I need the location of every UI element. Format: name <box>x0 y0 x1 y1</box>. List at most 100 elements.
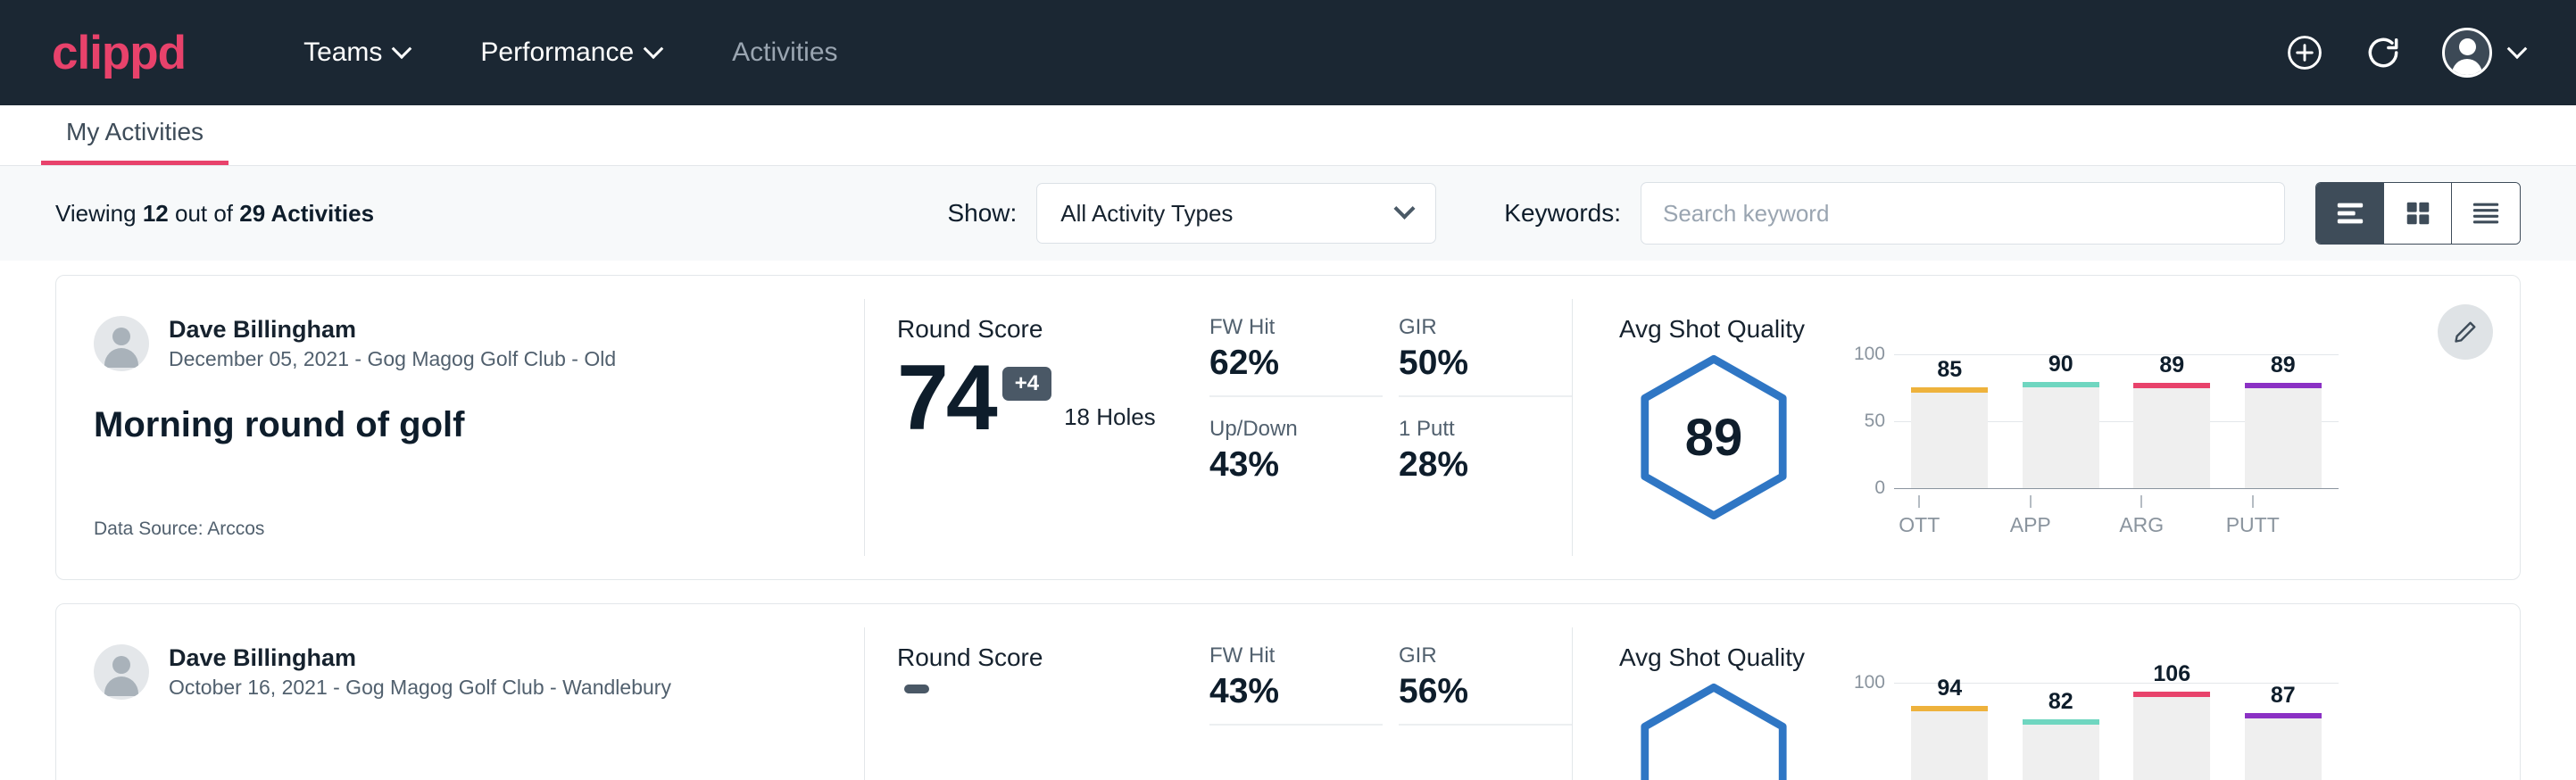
stat-value: 50% <box>1399 344 1572 383</box>
chart-bar: 94 <box>1911 683 1988 780</box>
stat-label: FW Hit <box>1209 643 1383 668</box>
avg-shot-quality-section: Avg Shot Quality 100 94 82 106 87 <box>1573 604 2520 780</box>
activity-meta: December 05, 2021 - Gog Magog Golf Club … <box>169 345 616 373</box>
chart-plot-area: 85 90 89 89 <box>1894 354 2339 488</box>
chart-x-label: ARG <box>2119 513 2164 537</box>
chevron-down-icon <box>1394 197 1416 219</box>
y-tick: 100 <box>1854 344 1885 365</box>
filter-toolbar: Viewing 12 out of 29 Activities Show: Al… <box>0 166 2576 261</box>
chart-bar: 85 <box>1911 354 1988 488</box>
y-tick: 50 <box>1865 411 1885 432</box>
chart-x-tick: PUTT <box>2215 495 2291 537</box>
stat-gir: GIR 50% <box>1399 315 1572 397</box>
chart-x-tick: OTT <box>1881 495 1957 537</box>
round-score-section: Round Score <box>865 604 1197 780</box>
chart-bar-value: 82 <box>2023 689 2099 715</box>
activity-type-selected-value: All Activity Types <box>1060 200 1233 228</box>
chart-bar-value: 89 <box>2133 353 2210 378</box>
nav-item-teams-label: Teams <box>303 37 382 68</box>
stats-grid: FW Hit 62% GIR 50% Up/Down 43% 1 Putt 28… <box>1197 276 1572 579</box>
chart-x-label: APP <box>2010 513 2051 537</box>
avg-shot-quality-section: Avg Shot Quality 89 100 50 0 <box>1573 276 2520 579</box>
viewing-middle: out of <box>175 200 233 227</box>
chart-bar-value: 94 <box>1911 676 1988 701</box>
avatar <box>94 644 149 700</box>
search-input[interactable] <box>1641 182 2285 245</box>
viewing-prefix: Viewing <box>55 200 137 227</box>
app-logo[interactable]: clippd <box>52 29 186 77</box>
tab-my-activities[interactable]: My Activities <box>41 118 229 165</box>
chevron-down-icon <box>392 38 412 59</box>
stat-label: 1 Putt <box>1399 417 1572 442</box>
avg-shot-quality-label: Avg Shot Quality <box>1619 643 2520 672</box>
activity-info: Dave Billingham December 05, 2021 - Gog … <box>56 276 864 579</box>
chart-bar-value: 89 <box>2245 353 2322 378</box>
stat-gir: GIR 56% <box>1399 643 1572 726</box>
activity-card-list: Dave Billingham December 05, 2021 - Gog … <box>0 261 2576 780</box>
chart-bar-value: 87 <box>2245 683 2322 709</box>
activity-card[interactable]: Dave Billingham December 05, 2021 - Gog … <box>55 275 2521 580</box>
activities-count-text: Viewing 12 out of 29 Activities <box>55 200 374 228</box>
tab-my-activities-label: My Activities <box>66 118 204 145</box>
stat-value: 56% <box>1399 672 1572 711</box>
grid-view-button[interactable] <box>2384 183 2452 244</box>
viewing-total: 29 Activities <box>239 200 374 227</box>
activity-type-select[interactable]: All Activity Types <box>1036 183 1436 244</box>
list-view-button[interactable] <box>2316 183 2384 244</box>
stat-label: Up/Down <box>1209 417 1383 442</box>
viewing-count: 12 <box>143 200 169 227</box>
chart-plot-area: 948210687 <box>1894 683 2339 780</box>
player-name: Dave Billingham <box>169 315 616 345</box>
activity-card[interactable]: Dave Billingham October 16, 2021 - Gog M… <box>55 603 2521 780</box>
nav-item-performance[interactable]: Performance <box>445 37 696 68</box>
round-score-value: 74 <box>897 356 995 442</box>
activity-title: Morning round of golf <box>94 405 827 445</box>
data-source-label: Data Source: Arccos <box>94 519 264 540</box>
shot-quality-chart: 100 948210687 <box>1808 683 2339 780</box>
stat-one-putt: 1 Putt 28% <box>1399 417 1572 497</box>
chevron-down-icon <box>2507 38 2528 59</box>
chart-bar-value: 106 <box>2133 661 2210 687</box>
account-menu[interactable] <box>2442 28 2524 78</box>
activity-author: Dave Billingham December 05, 2021 - Gog … <box>94 315 827 373</box>
tab-bar: My Activities <box>0 105 2576 166</box>
compact-view-button[interactable] <box>2452 183 2520 244</box>
activity-info: Dave Billingham October 16, 2021 - Gog M… <box>56 604 864 780</box>
quality-hexagon <box>1619 683 1808 780</box>
add-circle-icon[interactable] <box>2285 33 2324 72</box>
nav-item-activities-label: Activities <box>732 37 837 68</box>
stat-value: 43% <box>1209 445 1383 485</box>
y-tick: 100 <box>1854 672 1885 693</box>
account-avatar-icon[interactable] <box>2442 28 2492 78</box>
chart-x-tick: ARG <box>2103 495 2180 537</box>
quality-score-value: 89 <box>1685 408 1743 468</box>
activity-author: Dave Billingham October 16, 2021 - Gog M… <box>94 643 827 701</box>
stat-label: FW Hit <box>1209 315 1383 340</box>
stat-up-down: Up/Down 43% <box>1209 417 1383 497</box>
chart-bar: 90 <box>2023 354 2099 488</box>
nav-item-activities[interactable]: Activities <box>696 37 873 68</box>
score-to-par-badge: +4 <box>1002 367 1051 401</box>
score-to-par-badge <box>904 685 929 693</box>
edit-activity-button[interactable] <box>2438 304 2493 360</box>
activity-meta: October 16, 2021 - Gog Magog Golf Club -… <box>169 674 671 701</box>
nav-actions <box>2285 28 2524 78</box>
chart-bar-value: 85 <box>1911 357 1988 383</box>
stat-label: GIR <box>1399 315 1572 340</box>
keywords-label: Keywords: <box>1504 199 1621 228</box>
round-score-label: Round Score <box>897 315 1197 344</box>
primary-nav: Teams Performance Activities <box>268 37 873 68</box>
chart-bar: 82 <box>2023 683 2099 780</box>
stat-fw-hit: FW Hit 43% <box>1209 643 1383 726</box>
stat-value: 28% <box>1399 445 1572 485</box>
quality-hexagon: 89 <box>1619 354 1808 520</box>
chart-y-axis: 100 50 0 <box>1839 354 1894 488</box>
chart-bar: 89 <box>2245 354 2322 488</box>
refresh-icon[interactable] <box>2364 33 2403 72</box>
nav-item-teams[interactable]: Teams <box>268 37 445 68</box>
chart-x-axis: OTT APP ARG PUTT <box>1864 495 2308 537</box>
avg-shot-quality-label: Avg Shot Quality <box>1619 315 2520 344</box>
avatar <box>94 316 149 371</box>
chart-bar-value: 90 <box>2023 352 2099 378</box>
round-score-label: Round Score <box>897 643 1197 672</box>
